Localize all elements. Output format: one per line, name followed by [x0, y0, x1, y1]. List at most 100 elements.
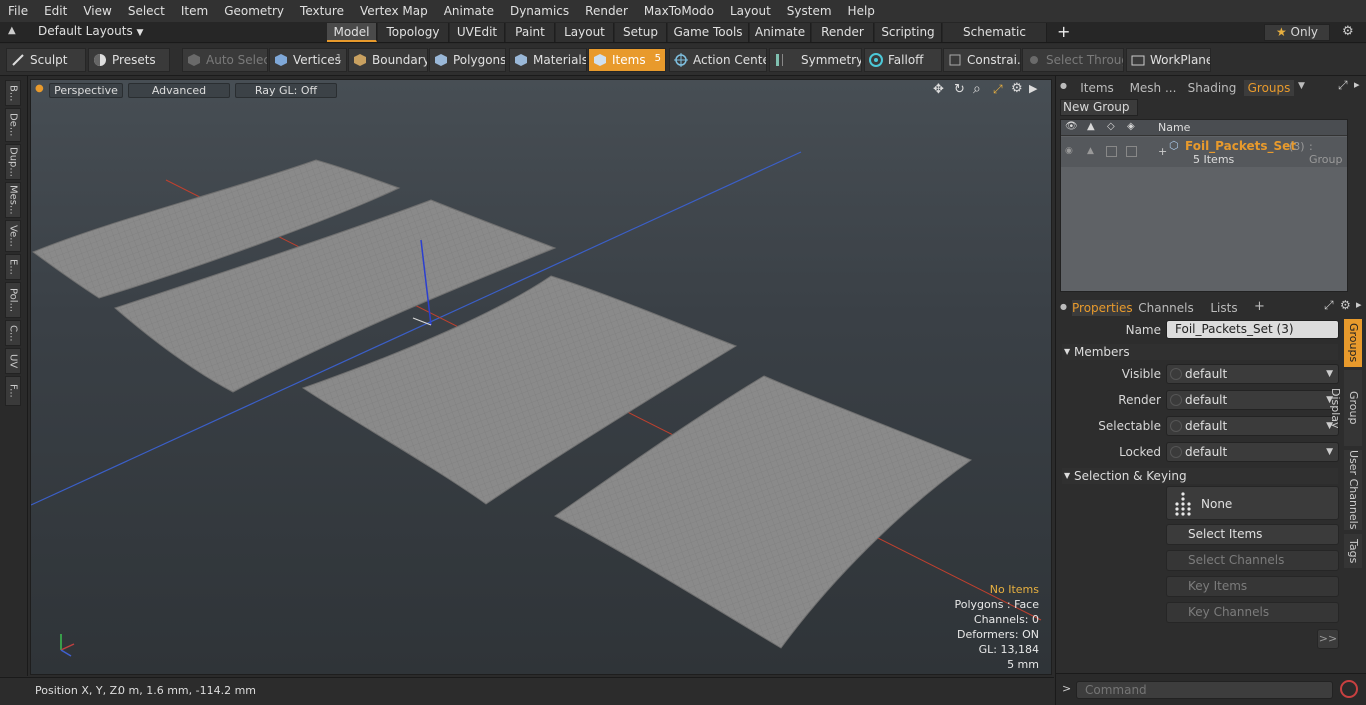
tab-topology[interactable]: Topology: [378, 23, 449, 42]
items-button[interactable]: Items 5: [588, 48, 666, 72]
tab-layout[interactable]: Layout: [556, 23, 614, 42]
gizmo-x-axis[interactable]: [412, 317, 432, 326]
select-channels-button[interactable]: Select Channels: [1166, 550, 1339, 571]
menu-item[interactable]: Item: [173, 0, 216, 22]
tab-mesh[interactable]: Mesh ...: [1126, 80, 1180, 96]
viewport-options-icon[interactable]: ●: [35, 83, 44, 94]
tab-render[interactable]: Render: [812, 23, 874, 42]
properties-gear-icon[interactable]: ⚙: [1340, 298, 1351, 312]
left-tab-duplicate[interactable]: Dup...: [5, 144, 21, 180]
menu-render[interactable]: Render: [577, 0, 636, 22]
left-tab-curve[interactable]: C...: [5, 320, 21, 346]
shading-mode-button[interactable]: Advanced: [128, 83, 230, 98]
left-tab-vertex[interactable]: Ve...: [5, 220, 21, 252]
left-tab-mesh[interactable]: Mes...: [5, 182, 21, 218]
select-column-icon[interactable]: ◈: [1127, 121, 1135, 132]
workplane-button[interactable]: WorkPlane: [1126, 48, 1211, 72]
side-tab-user-channels[interactable]: User Channels: [1344, 450, 1362, 530]
tab-schematic-fusion[interactable]: Schematic Fusion: [943, 23, 1047, 58]
select-items-button[interactable]: Select Items: [1166, 524, 1339, 545]
menu-system[interactable]: System: [779, 0, 840, 22]
menu-maxtomodo[interactable]: MaxToModo: [636, 0, 722, 22]
tab-setup[interactable]: Setup: [615, 23, 667, 42]
tab-model[interactable]: Model: [327, 23, 377, 42]
visibility-column-icon[interactable]: 👁: [1065, 121, 1078, 132]
members-section[interactable]: ▼ Members: [1062, 344, 1338, 360]
left-tab-polygon[interactable]: Pol...: [5, 282, 21, 318]
left-tab-basic[interactable]: B...: [5, 80, 21, 106]
left-tab-fusion[interactable]: F...: [5, 376, 21, 406]
boundary-button[interactable]: Boundary: [348, 48, 428, 72]
tab-uvedit[interactable]: UVEdit: [450, 23, 505, 42]
tab-properties[interactable]: Properties: [1072, 300, 1133, 316]
tab-lists[interactable]: Lists: [1202, 300, 1246, 316]
key-channels-button[interactable]: Key Channels: [1166, 602, 1339, 623]
selectable-dropdown[interactable]: default▼: [1166, 416, 1339, 436]
maximize-icon[interactable]: ⤢: [1338, 78, 1348, 93]
properties-maximize-icon[interactable]: ⤢: [1324, 298, 1334, 313]
viewport-gear-icon[interactable]: ⚙: [1011, 81, 1023, 96]
properties-menu-icon[interactable]: ▸: [1356, 298, 1362, 311]
new-group-button[interactable]: New Group: [1060, 99, 1138, 116]
menu-select[interactable]: Select: [120, 0, 173, 22]
record-icon[interactable]: [1340, 680, 1358, 698]
move-view-icon[interactable]: ✥: [933, 82, 944, 97]
fit-view-icon[interactable]: ⤢: [993, 82, 1003, 97]
selection-set-picker[interactable]: None: [1166, 486, 1339, 520]
menu-help[interactable]: Help: [840, 0, 883, 22]
menu-animate[interactable]: Animate: [436, 0, 502, 22]
name-field[interactable]: Foil_Packets_Set (3): [1166, 320, 1339, 339]
polygons-button[interactable]: Polygons: [429, 48, 506, 72]
rotate-view-icon[interactable]: ↻: [954, 82, 965, 97]
tab-animate[interactable]: Animate: [750, 23, 811, 42]
key-items-button[interactable]: Key Items: [1166, 576, 1339, 597]
falloff-button[interactable]: Falloff: [864, 48, 942, 72]
side-tab-group-display[interactable]: Group Display: [1329, 370, 1362, 446]
viewport-scene[interactable]: [31, 80, 1052, 675]
collapse-icon[interactable]: ▲: [8, 25, 16, 36]
tab-game-tools[interactable]: Game Tools: [668, 23, 749, 42]
presets-button[interactable]: Presets: [88, 48, 170, 72]
sculpt-button[interactable]: Sculpt: [6, 48, 86, 72]
menu-edit[interactable]: Edit: [36, 0, 75, 22]
render-column-icon[interactable]: ◇: [1107, 121, 1115, 132]
add-tab-icon[interactable]: +: [1057, 22, 1070, 41]
side-tab-tags[interactable]: Tags: [1344, 534, 1362, 568]
raygl-button[interactable]: Ray GL: Off: [235, 83, 337, 98]
tabs-dropdown-icon[interactable]: ▼: [1298, 81, 1305, 91]
left-tab-uv[interactable]: UV: [5, 348, 21, 374]
selection-keying-section[interactable]: ▼ Selection & Keying: [1062, 468, 1338, 484]
tab-items[interactable]: Items: [1072, 80, 1122, 96]
locked-dropdown[interactable]: default ▼: [1166, 442, 1339, 462]
command-input[interactable]: [1076, 681, 1333, 699]
add-panel-tab-icon[interactable]: +: [1254, 299, 1265, 314]
tab-shading[interactable]: Shading: [1184, 80, 1240, 96]
action-center-button[interactable]: Action Center: [669, 48, 767, 72]
gear-icon[interactable]: ⚙: [1342, 24, 1354, 39]
side-tab-groups[interactable]: Groups: [1344, 319, 1362, 367]
menu-layout[interactable]: Layout: [722, 0, 779, 22]
tab-scripting[interactable]: Scripting: [875, 23, 942, 42]
visible-dropdown[interactable]: default ▼: [1166, 364, 1339, 384]
render-dropdown[interactable]: default▼: [1166, 390, 1339, 410]
3d-viewport[interactable]: ● Perspective Advanced Ray GL: Off ✥ ↻ ⌕…: [30, 79, 1052, 675]
menu-geometry[interactable]: Geometry: [216, 0, 292, 22]
only-toggle[interactable]: ★ Only: [1264, 24, 1330, 41]
lock-column-icon[interactable]: ▲: [1087, 121, 1095, 132]
view-perspective-button[interactable]: Perspective: [49, 83, 123, 98]
group-row[interactable]: ◉ ▲ + ⬡ Foil_Packets_Set (3) : Group 5 I…: [1061, 137, 1347, 167]
menu-file[interactable]: File: [0, 0, 36, 22]
visibility-eye-icon[interactable]: ◉: [1065, 146, 1073, 156]
menu-view[interactable]: View: [75, 0, 119, 22]
lock-toggle-icon[interactable]: ▲: [1087, 146, 1094, 156]
menu-dynamics[interactable]: Dynamics: [502, 0, 577, 22]
tab-paint[interactable]: Paint: [506, 23, 555, 42]
materials-button[interactable]: Materials: [509, 48, 587, 72]
auto-select-button[interactable]: Auto Select: [182, 48, 268, 72]
menu-vertex-map[interactable]: Vertex Map: [352, 0, 436, 22]
groups-list[interactable]: 👁 ▲ ◇ ◈ Name ◉ ▲ + ⬡ Foil_Packets_Set (3…: [1060, 119, 1348, 292]
vertices-button[interactable]: Vertices 1: [269, 48, 347, 72]
select-through-button[interactable]: Select Through: [1022, 48, 1124, 72]
symmetry-button[interactable]: Symmetry: [769, 48, 862, 72]
tab-channels[interactable]: Channels: [1136, 300, 1196, 316]
